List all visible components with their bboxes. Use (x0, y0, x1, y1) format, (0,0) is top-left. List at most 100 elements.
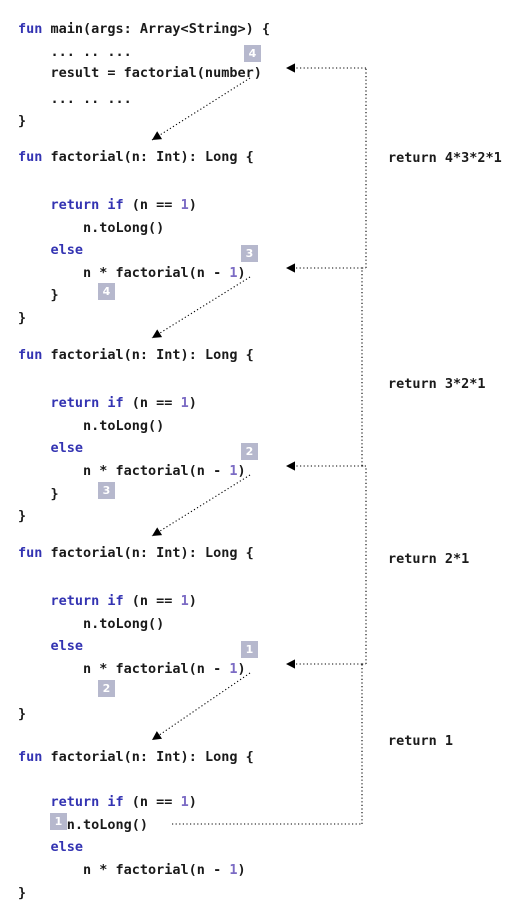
code-keyword: return if (50, 593, 124, 609)
code-line: return if (n == 1) (18, 198, 197, 212)
code-text: } (18, 310, 27, 326)
code-line: fun factorial(n: Int): Long { (18, 546, 254, 560)
code-line: else (18, 440, 84, 456)
step-badge: 4 (98, 283, 115, 300)
return-arrow-head (286, 63, 295, 73)
code-line: n * factorial(n - 1) (18, 662, 246, 676)
code-line: result = factorial(number) (18, 66, 262, 80)
code-text: } (18, 706, 27, 722)
code-line: } (18, 288, 59, 302)
code-line: fun main(args: Array<String>) { (18, 22, 270, 36)
code-text: (n == (123, 395, 181, 411)
return-path (286, 63, 367, 268)
step-badge: 1 (241, 641, 258, 658)
code-text: result = factorial(number) (18, 65, 262, 81)
code-line: } (18, 886, 26, 900)
code-text: ) (188, 593, 197, 609)
return-arrow-head (286, 659, 295, 669)
code-line: } (18, 114, 26, 128)
code-text: ) (237, 661, 246, 677)
code-keyword: return if (50, 197, 124, 213)
code-text: factorial(n: Int): Long { (42, 149, 254, 165)
call-arrow-head (152, 731, 163, 740)
code-keyword: fun (18, 149, 43, 165)
code-line: } (18, 707, 26, 721)
code-text: ... .. ... (18, 91, 132, 107)
code-keyword: fun (18, 347, 43, 363)
code-text: factorial(n: Int): Long { (42, 347, 254, 363)
code-line: } (18, 509, 26, 523)
code-line: n.toLong() (18, 818, 148, 832)
code-text: ) (237, 463, 246, 479)
code-text: n.toLong() (18, 418, 165, 434)
code-text: (n == (123, 593, 181, 609)
code-line: ... .. ... (18, 92, 132, 106)
code-line: else (18, 839, 84, 855)
code-text: ) (237, 265, 246, 281)
code-line: } (18, 311, 26, 325)
step-badge: 2 (241, 443, 258, 460)
code-text: factorial(n: Int): Long { (42, 749, 254, 765)
return-value-annotation: return 4*3*2*1 (388, 150, 502, 166)
code-text: n * factorial(n - (18, 463, 230, 479)
code-line: return if (n == 1) (18, 594, 197, 608)
code-text: n.toLong() (18, 817, 149, 833)
step-badge: 2 (98, 680, 115, 697)
code-text: } (18, 486, 59, 502)
code-number-literal: 1 (180, 197, 189, 213)
code-line: fun factorial(n: Int): Long { (18, 348, 254, 362)
code-line: n.toLong() (18, 617, 164, 631)
call-arrow-head (152, 131, 163, 140)
code-line: ... .. ... (18, 45, 132, 59)
return-arrow-head (286, 263, 295, 273)
code-keyword: fun (18, 749, 43, 765)
code-keyword: return if (50, 395, 124, 411)
code-number-literal: 1 (180, 794, 189, 810)
code-line: n.toLong() (18, 419, 164, 433)
code-number-literal: 1 (180, 395, 189, 411)
step-badge: 3 (98, 482, 115, 499)
step-badge: 3 (241, 245, 258, 262)
return-value-annotation: return 1 (388, 733, 454, 749)
step-badge: 4 (244, 45, 261, 62)
diagram-canvas: fun main(args: Array<String>) { ... .. .… (0, 0, 510, 909)
code-keyword: fun (18, 21, 43, 37)
code-text: ) (188, 395, 197, 411)
return-path (286, 263, 363, 466)
code-number-literal: 1 (180, 593, 189, 609)
code-text: } (18, 885, 27, 901)
code-text: } (18, 287, 59, 303)
return-value-annotation: return 3*2*1 (388, 376, 486, 392)
code-line: n * factorial(n - 1) (18, 464, 246, 478)
code-text: n * factorial(n - (18, 661, 230, 677)
code-line: fun factorial(n: Int): Long { (18, 750, 254, 764)
call-arrow-shaft (151, 276, 251, 339)
code-text: } (18, 113, 27, 129)
code-keyword: else (50, 839, 84, 855)
code-keyword: else (50, 440, 84, 456)
code-keyword: fun (18, 545, 43, 561)
return-path (286, 659, 363, 824)
code-keyword: else (50, 638, 84, 654)
code-line: n * factorial(n - 1) (18, 863, 246, 877)
code-text: (n == (123, 197, 181, 213)
code-text: n * factorial(n - (18, 862, 230, 878)
code-text: ) (237, 862, 246, 878)
code-text: } (18, 508, 27, 524)
code-text: factorial(n: Int): Long { (42, 545, 254, 561)
code-text: n * factorial(n - (18, 265, 230, 281)
code-line: else (18, 242, 84, 258)
return-value-annotation: return 2*1 (388, 551, 470, 567)
call-arrow-head (152, 329, 163, 338)
return-path (286, 461, 367, 664)
call-arrow (151, 474, 251, 537)
code-text: ) (188, 794, 197, 810)
call-arrow-shaft (151, 474, 251, 537)
